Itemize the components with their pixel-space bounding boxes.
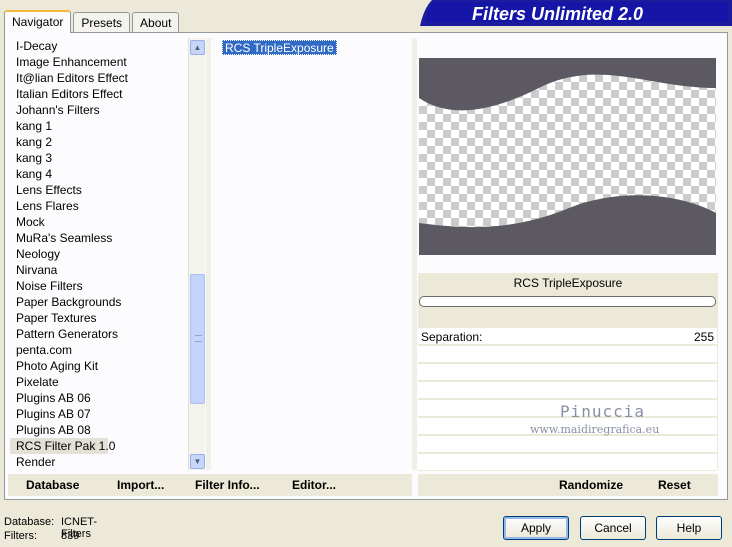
selected-filter-name: RCS TripleExposure (513, 276, 623, 290)
randomize-button[interactable]: Randomize (559, 478, 623, 492)
category-item[interactable]: Paper Backgrounds (10, 294, 186, 310)
category-item[interactable]: Lens Effects (10, 182, 186, 198)
category-item[interactable]: Johann's Filters (10, 102, 186, 118)
filter-info-button[interactable]: Filter Info... (195, 478, 260, 492)
category-item[interactable]: Paper Textures (10, 310, 186, 326)
cancel-button[interactable]: Cancel (580, 516, 646, 540)
category-scrollbar[interactable]: ▲ ▼ (188, 38, 205, 470)
category-item[interactable]: Render (10, 454, 186, 468)
category-item[interactable]: kang 2 (10, 134, 186, 150)
category-item[interactable]: Plugins AB 07 (10, 406, 186, 422)
category-item[interactable]: Plugins AB 06 (10, 390, 186, 406)
help-button[interactable]: Help (656, 516, 722, 540)
import-button[interactable]: Import... (117, 478, 164, 492)
status-label: Database: (4, 516, 55, 528)
category-list[interactable]: I-Decay Image Enhancement It@lian Editors … (10, 38, 186, 468)
category-item[interactable]: Pixelate (10, 374, 186, 390)
filter-item[interactable]: RCS TripleExposure (222, 40, 337, 55)
category-item[interactable]: Plugins AB 08 (10, 422, 186, 438)
category-item[interactable]: Nirvana (10, 262, 186, 278)
category-item[interactable]: Photo Aging Kit (10, 358, 186, 374)
filter-list[interactable]: RCS TripleExposure (216, 38, 412, 470)
grip-icon (195, 335, 202, 342)
progress-bar (419, 296, 716, 307)
watermark-name: Pinuccia (560, 402, 646, 421)
category-item[interactable]: Neology (10, 246, 186, 262)
param-row-empty (418, 382, 717, 399)
param-row-empty (418, 454, 717, 471)
category-item[interactable]: RCS Filter Pak 1.0 (10, 438, 115, 454)
category-item[interactable]: MuRa's Seamless (10, 230, 186, 246)
category-item[interactable]: kang 1 (10, 118, 186, 134)
category-item[interactable]: kang 3 (10, 150, 186, 166)
param-row-separation[interactable]: Separation: 255 (418, 328, 717, 345)
app-title-banner: Filters Unlimited 2.0 (420, 0, 732, 26)
status-filters: Filters: 839 (4, 530, 79, 542)
param-row-empty (418, 346, 717, 363)
category-item[interactable]: Image Enhancement (10, 54, 186, 70)
category-item[interactable]: It@lian Editors Effect (10, 70, 186, 86)
status-label: Filters: (4, 530, 37, 542)
chevron-up-icon: ▲ (193, 43, 202, 52)
divider (206, 38, 211, 470)
category-item[interactable]: Noise Filters (10, 278, 186, 294)
reset-button[interactable]: Reset (658, 478, 691, 492)
tab-bar: Navigator Presets About (4, 10, 180, 33)
watermark-url: www.maidiregrafica.eu (530, 423, 660, 436)
chevron-down-icon: ▼ (193, 457, 202, 466)
status-database: Database: ICNET-Filters (4, 516, 97, 540)
category-item[interactable]: Mock (10, 214, 186, 230)
editor-button[interactable]: Editor... (292, 478, 336, 492)
tab-presets[interactable]: Presets (73, 12, 131, 32)
category-item[interactable]: Lens Flares (10, 198, 186, 214)
param-row-empty (418, 436, 717, 453)
scroll-thumb[interactable] (190, 274, 205, 404)
apply-button[interactable]: Apply (503, 516, 569, 540)
param-row-empty (418, 364, 717, 381)
param-label: Separation: (421, 330, 483, 344)
scroll-up-button[interactable]: ▲ (190, 40, 205, 55)
param-value: 255 (693, 330, 714, 344)
category-item[interactable]: Italian Editors Effect (10, 86, 186, 102)
category-item[interactable]: penta.com (10, 342, 186, 358)
divider (412, 38, 417, 470)
database-button[interactable]: Database (26, 478, 79, 492)
category-item[interactable]: Pattern Generators (10, 326, 186, 342)
status-value: 839 (61, 530, 80, 542)
scroll-down-button[interactable]: ▼ (190, 454, 205, 469)
tab-about[interactable]: About (132, 12, 180, 32)
tab-navigator[interactable]: Navigator (4, 10, 72, 33)
category-item[interactable]: I-Decay (10, 38, 186, 54)
filter-preview-image (419, 58, 716, 255)
app-title: Filters Unlimited 2.0 (472, 4, 643, 24)
category-item[interactable]: kang 4 (10, 166, 186, 182)
